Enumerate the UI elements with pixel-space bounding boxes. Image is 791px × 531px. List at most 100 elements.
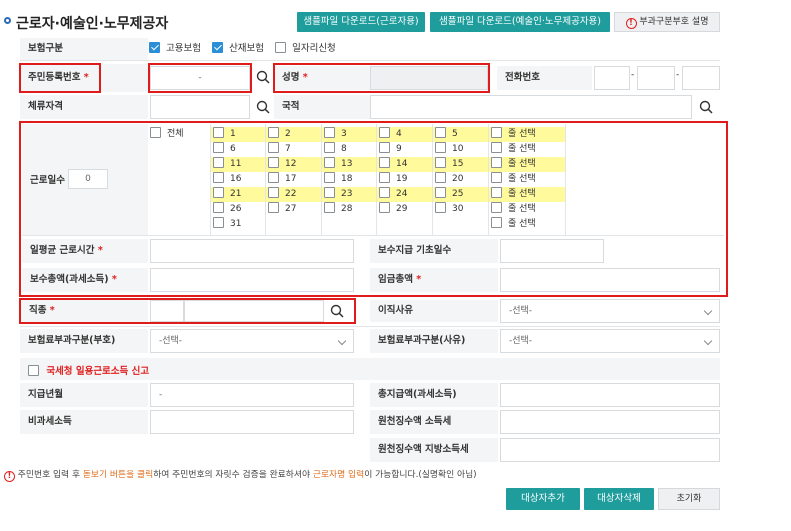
day-checkbox-item[interactable]: 26	[213, 202, 241, 217]
phone-part3-input[interactable]	[682, 66, 720, 90]
day-checkbox[interactable]	[268, 172, 279, 183]
total-wage-input[interactable]	[500, 268, 720, 292]
row-select-item[interactable]: 줄 선택	[491, 187, 536, 202]
row-select-item[interactable]: 줄 선택	[491, 202, 536, 217]
day-checkbox[interactable]	[435, 157, 446, 168]
residence-search-icon[interactable]	[256, 100, 270, 114]
day-checkbox[interactable]	[379, 127, 390, 138]
day-checkbox[interactable]	[324, 172, 335, 183]
day-checkbox-item[interactable]: 3	[324, 127, 347, 142]
day-checkbox-item[interactable]: 16	[213, 172, 241, 187]
day-checkbox-item[interactable]: 11	[213, 157, 241, 172]
day-checkbox[interactable]	[268, 157, 279, 168]
day-checkbox[interactable]	[435, 202, 446, 213]
day-checkbox-item[interactable]: 6	[213, 142, 236, 157]
day-checkbox-item[interactable]: 23	[324, 187, 352, 202]
day-checkbox[interactable]	[213, 202, 224, 213]
phone-part2-input[interactable]	[637, 66, 675, 90]
day-checkbox[interactable]	[213, 217, 224, 228]
row-select-item[interactable]: 줄 선택	[491, 172, 536, 187]
reset-button[interactable]: 초기화	[658, 488, 720, 510]
day-checkbox-item[interactable]: 1	[213, 127, 236, 142]
day-checkbox[interactable]	[379, 202, 390, 213]
add-target-button[interactable]: 대상자추가	[506, 488, 580, 510]
withhold-local-tax-input[interactable]	[500, 438, 720, 462]
pay-month-input[interactable]: -	[150, 383, 354, 407]
nationality-input[interactable]	[370, 95, 692, 119]
row-select-checkbox[interactable]	[491, 217, 502, 228]
day-checkbox[interactable]	[213, 187, 224, 198]
day-checkbox-item[interactable]: 25	[435, 187, 463, 202]
avg-hours-input[interactable]	[150, 239, 354, 263]
row-select-item[interactable]: 줄 선택	[491, 142, 536, 157]
day-checkbox[interactable]	[268, 142, 279, 153]
day-checkbox[interactable]	[379, 172, 390, 183]
premium-reason-select[interactable]: -선택-	[500, 329, 720, 353]
row-select-checkbox[interactable]	[491, 127, 502, 138]
nts-report-toggle[interactable]: 국세청 일용근로소득 신고	[28, 363, 149, 377]
row-select-item[interactable]: 줄 선택	[491, 217, 536, 232]
leave-reason-select[interactable]: -선택-	[500, 299, 720, 323]
total-pay-input[interactable]	[150, 268, 354, 292]
day-checkbox-item[interactable]: 22	[268, 187, 296, 202]
select-all-days[interactable]: 전체	[150, 127, 184, 142]
row-select-checkbox[interactable]	[491, 187, 502, 198]
day-checkbox-item[interactable]: 24	[379, 187, 407, 202]
nationality-search-icon[interactable]	[699, 100, 713, 114]
workdays-input[interactable]: 0	[68, 169, 108, 189]
job-code-input[interactable]	[150, 300, 184, 322]
row-select-item[interactable]: 줄 선택	[491, 157, 536, 172]
day-checkbox[interactable]	[213, 157, 224, 168]
job-name-input[interactable]	[184, 300, 324, 322]
row-select-checkbox[interactable]	[491, 172, 502, 183]
day-checkbox-item[interactable]: 21	[213, 187, 241, 202]
day-checkbox[interactable]	[435, 172, 446, 183]
day-checkbox-item[interactable]: 5	[435, 127, 458, 142]
day-checkbox-item[interactable]: 8	[324, 142, 347, 157]
day-checkbox-item[interactable]: 13	[324, 157, 352, 172]
day-checkbox[interactable]	[435, 142, 446, 153]
day-checkbox[interactable]	[435, 127, 446, 138]
day-checkbox-item[interactable]: 17	[268, 172, 296, 187]
day-checkbox-item[interactable]: 30	[435, 202, 463, 217]
day-checkbox-item[interactable]: 2	[268, 127, 291, 142]
day-checkbox[interactable]	[379, 142, 390, 153]
day-checkbox-item[interactable]: 28	[324, 202, 352, 217]
day-checkbox-item[interactable]: 4	[379, 127, 402, 142]
day-checkbox-item[interactable]: 10	[435, 142, 463, 157]
day-checkbox[interactable]	[268, 127, 279, 138]
day-checkbox[interactable]	[213, 142, 224, 153]
day-checkbox-item[interactable]: 12	[268, 157, 296, 172]
employment-insurance-checkbox[interactable]	[149, 42, 160, 53]
total-income-input[interactable]	[500, 383, 720, 407]
day-checkbox[interactable]	[268, 187, 279, 198]
premium-code-select[interactable]: -선택-	[150, 329, 354, 353]
residence-status-input[interactable]	[150, 95, 250, 119]
withhold-income-tax-input[interactable]	[500, 410, 720, 434]
day-checkbox-item[interactable]: 31	[213, 217, 241, 232]
job-search-icon[interactable]	[330, 304, 344, 318]
select-all-checkbox[interactable]	[150, 127, 161, 138]
day-checkbox[interactable]	[379, 187, 390, 198]
industrial-insurance-checkbox[interactable]	[212, 42, 224, 53]
day-checkbox[interactable]	[324, 187, 335, 198]
day-checkbox[interactable]	[324, 127, 335, 138]
day-checkbox[interactable]	[324, 142, 335, 153]
row-select-item[interactable]: 줄 선택	[491, 127, 536, 142]
phone-part1-input[interactable]	[594, 66, 630, 90]
day-checkbox-item[interactable]: 14	[379, 157, 407, 172]
delete-target-button[interactable]: 대상자삭제	[584, 488, 654, 510]
sample-download-worker-button[interactable]: 샘플파일 다운로드(근로자용)	[297, 12, 425, 32]
row-select-checkbox[interactable]	[491, 202, 502, 213]
day-checkbox[interactable]	[268, 202, 279, 213]
pay-basis-days-input[interactable]	[500, 239, 604, 263]
day-checkbox[interactable]	[324, 202, 335, 213]
resident-no-search-icon[interactable]	[256, 70, 270, 84]
code-help-button[interactable]: ! 부과구분부호 설명	[614, 12, 720, 32]
day-checkbox-item[interactable]: 7	[268, 142, 291, 157]
row-select-checkbox[interactable]	[491, 157, 502, 168]
day-checkbox-item[interactable]: 19	[379, 172, 407, 187]
sample-download-artist-button[interactable]: 샘플파일 다운로드(예술인·노무제공자용)	[430, 12, 610, 32]
nontax-income-input[interactable]	[150, 410, 354, 434]
day-checkbox-item[interactable]: 29	[379, 202, 407, 217]
